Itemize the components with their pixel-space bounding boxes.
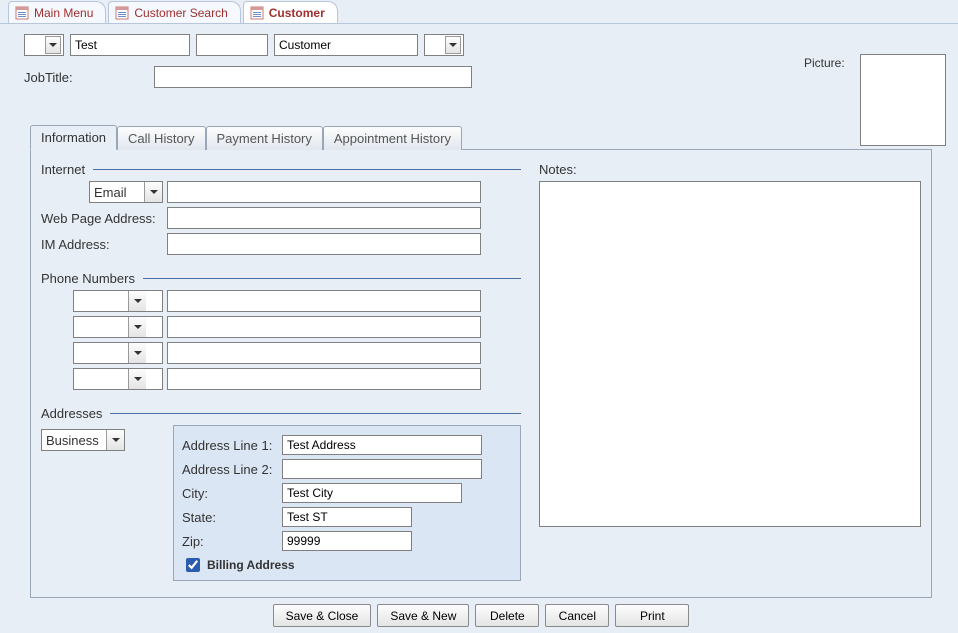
cancel-button[interactable]: Cancel — [545, 604, 609, 627]
notes-label: Notes: — [539, 162, 921, 177]
print-button[interactable]: Print — [615, 604, 689, 627]
prefix-dropdown[interactable] — [24, 34, 64, 56]
chevron-down-icon — [45, 36, 61, 54]
save-close-button[interactable]: Save & Close — [273, 604, 372, 627]
addr-line1-label: Address Line 1: — [182, 438, 278, 453]
chevron-down-icon — [445, 36, 461, 54]
im-label: IM Address: — [41, 237, 163, 252]
phone-number-input[interactable] — [167, 316, 481, 338]
save-new-button[interactable]: Save & New — [377, 604, 469, 627]
group-addresses-label: Addresses — [41, 406, 102, 421]
chevron-down-icon — [144, 182, 162, 202]
button-row: Save & Close Save & New Delete Cancel Pr… — [24, 598, 938, 627]
document-tabs: Main Menu Customer Search Customer — [0, 0, 958, 24]
group-internet: Internet Email Web Page Address — [41, 156, 521, 259]
first-name-input[interactable] — [70, 34, 190, 56]
email-type-value: Email — [90, 185, 144, 200]
phone-type-dropdown[interactable] — [73, 342, 163, 364]
email-type-dropdown[interactable]: Email — [89, 181, 163, 203]
phone-number-input[interactable] — [167, 290, 481, 312]
address-type-dropdown[interactable]: Business — [41, 429, 125, 451]
phone-type-dropdown[interactable] — [73, 316, 163, 338]
tab-call-history[interactable]: Call History — [117, 126, 205, 150]
web-label: Web Page Address: — [41, 211, 163, 226]
addr-zip-input[interactable] — [282, 531, 412, 551]
doc-tab-customer[interactable]: Customer — [243, 1, 338, 23]
doc-tab-label: Customer Search — [134, 6, 227, 20]
addr-city-input[interactable] — [282, 483, 462, 503]
tab-appointment-history[interactable]: Appointment History — [323, 126, 462, 150]
phone-number-input[interactable] — [167, 368, 481, 390]
group-phones: Phone Numbers — [41, 265, 521, 394]
addr-zip-label: Zip: — [182, 534, 278, 549]
chevron-down-icon — [128, 291, 146, 311]
group-internet-label: Internet — [41, 162, 85, 177]
detail-panel: Internet Email Web Page Address — [30, 149, 932, 598]
email-input[interactable] — [167, 181, 481, 203]
form-icon — [250, 6, 264, 20]
delete-button[interactable]: Delete — [475, 604, 539, 627]
form-icon — [15, 6, 29, 20]
doc-tab-main-menu[interactable]: Main Menu — [8, 1, 106, 23]
addr-state-input[interactable] — [282, 507, 412, 527]
notes-textarea[interactable] — [539, 181, 921, 527]
addr-state-label: State: — [182, 510, 278, 525]
chevron-down-icon — [128, 369, 146, 389]
im-input[interactable] — [167, 233, 481, 255]
group-phones-label: Phone Numbers — [41, 271, 135, 286]
tab-information[interactable]: Information — [30, 125, 117, 150]
phone-type-dropdown[interactable] — [73, 368, 163, 390]
addr-line2-label: Address Line 2: — [182, 462, 278, 477]
address-type-value: Business — [42, 433, 106, 448]
detail-tabs: Information Call History Payment History… — [30, 124, 932, 149]
chevron-down-icon — [128, 343, 146, 363]
middle-name-input[interactable] — [196, 34, 268, 56]
doc-tab-label: Main Menu — [34, 6, 93, 20]
phone-type-dropdown[interactable] — [73, 290, 163, 312]
addr-city-label: City: — [182, 486, 278, 501]
addr-line2-input[interactable] — [282, 459, 482, 479]
group-addresses: Addresses Business Address Line 1: — [41, 400, 521, 581]
job-title-input[interactable] — [154, 66, 472, 88]
doc-tab-customer-search[interactable]: Customer Search — [108, 1, 240, 23]
phone-number-input[interactable] — [167, 342, 481, 364]
last-name-input[interactable] — [274, 34, 418, 56]
chevron-down-icon — [128, 317, 146, 337]
doc-tab-label: Customer — [269, 6, 325, 20]
billing-label: Billing Address — [207, 558, 295, 572]
form-icon — [115, 6, 129, 20]
billing-checkbox[interactable] — [186, 558, 200, 572]
addr-line1-input[interactable] — [282, 435, 482, 455]
tab-payment-history[interactable]: Payment History — [206, 126, 323, 150]
suffix-dropdown[interactable] — [424, 34, 464, 56]
web-input[interactable] — [167, 207, 481, 229]
job-title-label: JobTitle: — [24, 70, 148, 85]
chevron-down-icon — [106, 430, 124, 450]
